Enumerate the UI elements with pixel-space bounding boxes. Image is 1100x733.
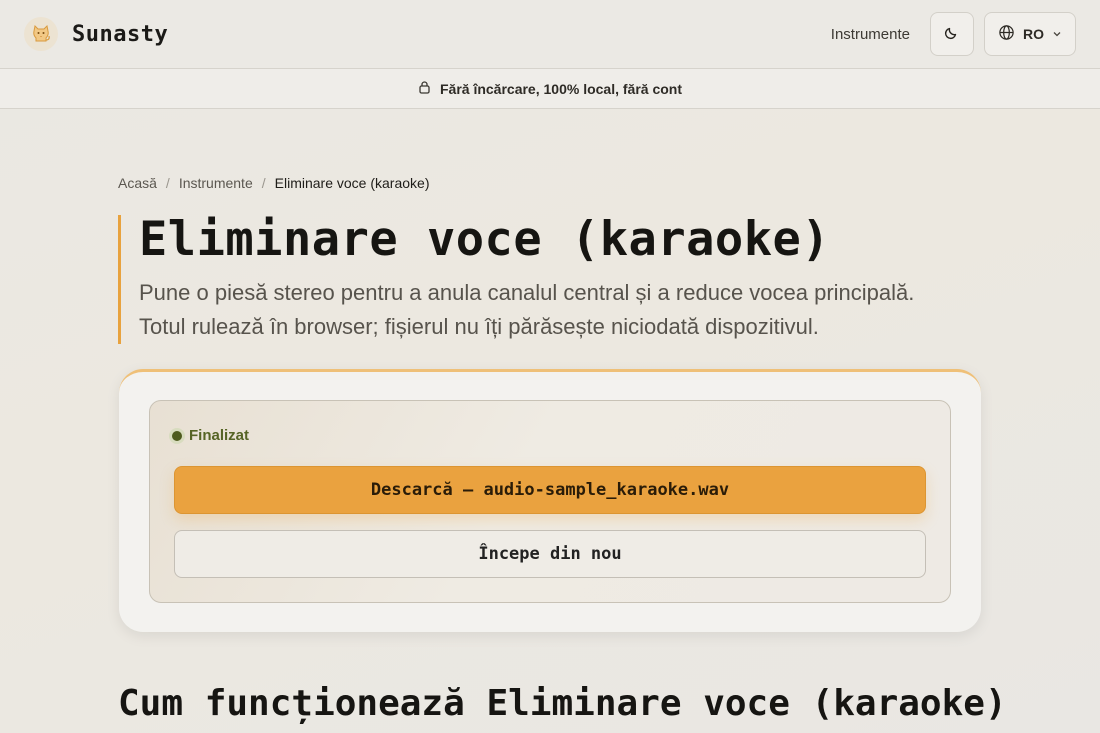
breadcrumb-separator: / xyxy=(165,175,170,191)
breadcrumb-separator: / xyxy=(261,175,266,191)
status-dot-icon xyxy=(172,430,182,441)
cat-icon xyxy=(24,17,58,51)
download-button[interactable]: Descarcă — audio-sample_karaoke.wav xyxy=(174,466,926,514)
moon-icon xyxy=(944,24,960,45)
chevron-down-icon xyxy=(1052,26,1062,42)
theme-toggle-button[interactable] xyxy=(930,12,974,56)
breadcrumb: Acasă / Instrumente / Eliminare voce (ka… xyxy=(118,175,429,191)
page-hero: Eliminare voce (karaoke) Pune o piesă st… xyxy=(118,212,978,345)
nav-tools-link[interactable]: Instrumente xyxy=(831,26,910,43)
status-badge: Finalizat xyxy=(172,427,249,444)
page-description: Pune o piesă stereo pentru a anula canal… xyxy=(139,276,978,344)
brand-link[interactable]: Sunasty xyxy=(24,17,168,51)
breadcrumb-current: Eliminare voce (karaoke) xyxy=(274,175,430,191)
language-selector[interactable]: RO xyxy=(984,12,1076,56)
status-text: Finalizat xyxy=(189,427,250,444)
how-it-works-heading: Cum funcționează Eliminare voce (karaoke… xyxy=(118,683,1007,724)
language-code: RO xyxy=(1023,26,1044,42)
restart-button[interactable]: Începe din nou xyxy=(174,530,926,578)
result-panel: Finalizat Descarcă — audio-sample_karaok… xyxy=(149,400,951,603)
description-line-1: Pune o piesă stereo pentru a anula canal… xyxy=(139,280,915,306)
brand-name: Sunasty xyxy=(72,21,169,47)
page-title: Eliminare voce (karaoke) xyxy=(139,212,831,267)
breadcrumb-tools-link[interactable]: Instrumente xyxy=(179,175,253,191)
tool-card: Finalizat Descarcă — audio-sample_karaok… xyxy=(119,369,981,632)
header-nav: Instrumente RO xyxy=(831,12,1076,56)
privacy-notice-text: Fără încărcare, 100% local, fără cont xyxy=(439,80,682,97)
privacy-notice-bar: Fără încărcare, 100% local, fără cont xyxy=(0,69,1100,109)
top-navigation-bar: Sunasty Instrumente RO xyxy=(0,0,1100,69)
description-line-2: Totul rulează în browser; fișierul nu îț… xyxy=(139,314,819,340)
lock-icon xyxy=(418,80,431,97)
globe-icon xyxy=(998,24,1015,44)
breadcrumb-home-link[interactable]: Acasă xyxy=(118,175,157,191)
